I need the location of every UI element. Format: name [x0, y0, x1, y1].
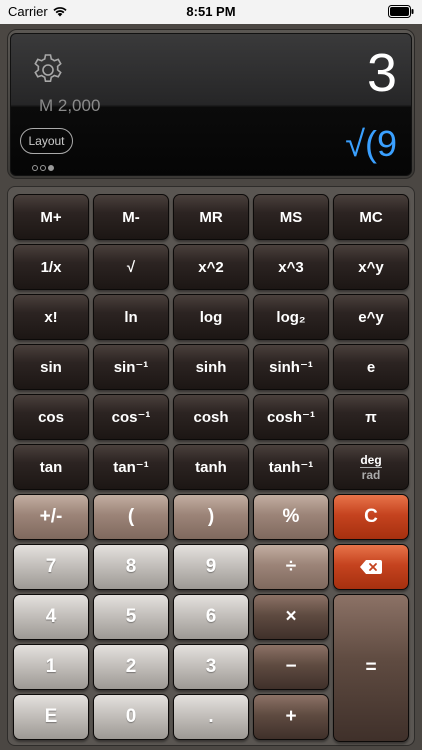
page-dot[interactable] — [40, 165, 46, 171]
factorial-button[interactable]: x! — [13, 294, 89, 340]
clear-button[interactable]: C — [333, 494, 409, 540]
sin-button[interactable]: sin — [13, 344, 89, 390]
cosh-button[interactable]: cosh — [173, 394, 249, 440]
acosh-button[interactable]: cosh⁻¹ — [253, 394, 329, 440]
log2-button[interactable]: log₂ — [253, 294, 329, 340]
equals-button[interactable]: = — [333, 594, 409, 742]
digit-0-button[interactable]: 0 — [93, 694, 169, 740]
digit-2-button[interactable]: 2 — [93, 644, 169, 690]
deg-rad-toggle[interactable]: deg rad — [333, 444, 409, 490]
exponent-e-button[interactable]: E — [13, 694, 89, 740]
right-paren-button[interactable]: ) — [173, 494, 249, 540]
tan-button[interactable]: tan — [13, 444, 89, 490]
sign-toggle-button[interactable]: +/- — [13, 494, 89, 540]
pi-button[interactable]: π — [333, 394, 409, 440]
battery-icon — [388, 5, 414, 18]
digit-4-button[interactable]: 4 — [13, 594, 89, 640]
decimal-point-button[interactable]: . — [173, 694, 249, 740]
m-plus-button[interactable]: M+ — [13, 194, 89, 240]
layout-button[interactable]: Layout — [20, 128, 73, 154]
rad-label: rad — [361, 467, 381, 482]
digit-5-button[interactable]: 5 — [93, 594, 169, 640]
gear-icon[interactable] — [31, 53, 65, 87]
divide-button[interactable]: ÷ — [253, 544, 329, 590]
display-value: 3 — [366, 43, 397, 103]
asinh-button[interactable]: sinh⁻¹ — [253, 344, 329, 390]
ms-button[interactable]: MS — [253, 194, 329, 240]
atan-button[interactable]: tan⁻¹ — [93, 444, 169, 490]
exp-button[interactable]: e^y — [333, 294, 409, 340]
mc-button[interactable]: MC — [333, 194, 409, 240]
sinh-button[interactable]: sinh — [173, 344, 249, 390]
digit-8-button[interactable]: 8 — [93, 544, 169, 590]
left-paren-button[interactable]: ( — [93, 494, 169, 540]
reciprocal-button[interactable]: 1/x — [13, 244, 89, 290]
backspace-button[interactable] — [333, 544, 409, 590]
digit-7-button[interactable]: 7 — [13, 544, 89, 590]
display-screen: 3 M 2,000 Layout √(9 — [10, 33, 412, 176]
status-bar: Carrier 8:51 PM — [0, 0, 422, 24]
m-minus-button[interactable]: M- — [93, 194, 169, 240]
digit-3-button[interactable]: 3 — [173, 644, 249, 690]
page-dot[interactable] — [32, 165, 38, 171]
e-constant-button[interactable]: e — [333, 344, 409, 390]
cos-button[interactable]: cos — [13, 394, 89, 440]
sqrt-button[interactable]: √ — [93, 244, 169, 290]
expression-display: √(9 — [345, 123, 397, 164]
mr-button[interactable]: MR — [173, 194, 249, 240]
digit-1-button[interactable]: 1 — [13, 644, 89, 690]
asin-button[interactable]: sin⁻¹ — [93, 344, 169, 390]
page-indicator[interactable] — [32, 158, 56, 171]
deg-label: deg — [360, 452, 382, 467]
ln-button[interactable]: ln — [93, 294, 169, 340]
percent-button[interactable]: % — [253, 494, 329, 540]
acos-button[interactable]: cos⁻¹ — [93, 394, 169, 440]
atanh-button[interactable]: tanh⁻¹ — [253, 444, 329, 490]
page-dot-active[interactable] — [48, 165, 54, 171]
status-time: 8:51 PM — [186, 4, 236, 19]
minus-button[interactable]: − — [253, 644, 329, 690]
memory-indicator: M 2,000 — [39, 96, 101, 115]
multiply-button[interactable]: × — [253, 594, 329, 640]
log-button[interactable]: log — [173, 294, 249, 340]
plus-button[interactable]: + — [253, 694, 329, 740]
backspace-icon — [360, 560, 382, 574]
square-button[interactable]: x^2 — [173, 244, 249, 290]
digit-9-button[interactable]: 9 — [173, 544, 249, 590]
digit-6-button[interactable]: 6 — [173, 594, 249, 640]
power-button[interactable]: x^y — [333, 244, 409, 290]
cube-button[interactable]: x^3 — [253, 244, 329, 290]
tanh-button[interactable]: tanh — [173, 444, 249, 490]
deg-rad-label: deg rad — [360, 454, 382, 481]
